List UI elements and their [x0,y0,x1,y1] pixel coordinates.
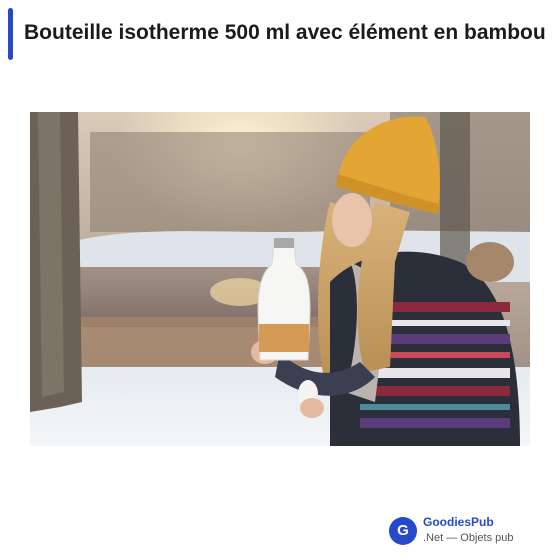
winter-scene-illustration [30,112,530,446]
title-accent-bar [8,8,13,60]
brand-logo-icon: G [389,517,417,545]
page-title: Bouteille isotherme 500 ml avec élément … [24,21,546,44]
brand-subtitle: .Net — Objets pub [423,532,514,544]
brand-name: GoodiesPub [423,515,494,529]
product-photo [30,112,530,446]
brand-watermark: G GoodiesPub .Net — Objets pub [389,515,549,551]
